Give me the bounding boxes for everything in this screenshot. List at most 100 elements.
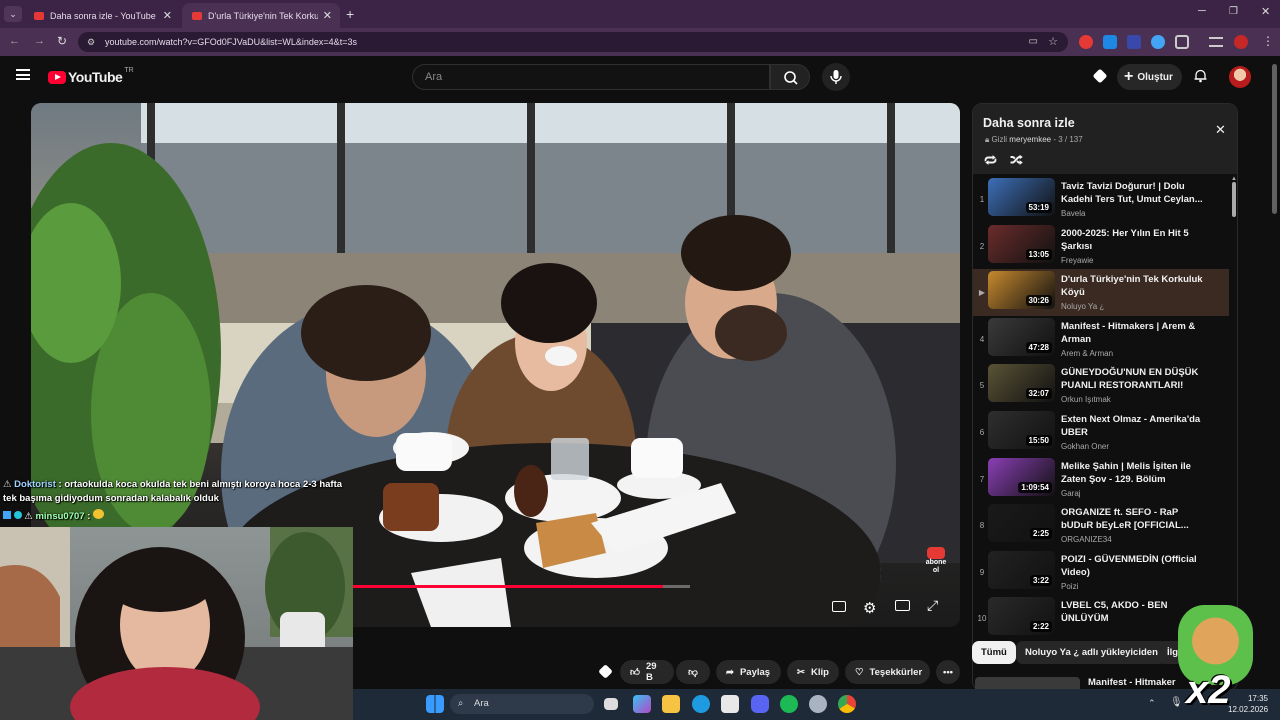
extension-icon[interactable]	[1151, 35, 1165, 49]
playlist-item[interactable]: ▶ 30:26 D'urla Türkiye'nin Tek Korkuluk Kö…	[973, 269, 1229, 317]
playlist-item-thumbnail[interactable]: 13:05	[988, 224, 1055, 263]
spotify-icon[interactable]	[780, 695, 798, 713]
video-progress-bar[interactable]	[353, 585, 690, 588]
playlist-item-thumbnail[interactable]: 32:07	[988, 364, 1055, 403]
thanks-button[interactable]: ♡ Teşekkürler	[845, 660, 930, 684]
dislike-button[interactable]: 👎︎	[676, 660, 710, 684]
reload-icon[interactable]: ↻	[57, 34, 67, 48]
playlist-item[interactable]: 5 32:07 GÜNEYDOĞU'NUN EN DÜŞÜK PUANLI REST…	[973, 362, 1229, 409]
playlist-owner[interactable]: meryemkee	[1009, 135, 1051, 144]
playlist-item-thumbnail[interactable]: 30:26	[988, 271, 1055, 310]
tray-chevron-icon[interactable]: ⌃	[1148, 698, 1156, 709]
playlist-item-title[interactable]: Taviz Tavizi Doğurur! | Dolu Kadehi Ters…	[1061, 180, 1211, 206]
chip-all[interactable]: Tümü	[972, 641, 1016, 664]
playlist-item-channel[interactable]: Noluyo Ya ¿	[1061, 302, 1104, 311]
store-icon[interactable]	[721, 695, 739, 713]
scroll-up-icon[interactable]: ▲	[1231, 176, 1237, 182]
reading-list-icon[interactable]	[1209, 37, 1223, 47]
chrome-icon[interactable]	[838, 695, 856, 713]
playlist-item-channel[interactable]: Bavela	[1061, 209, 1085, 218]
playlist-item-channel[interactable]: Garaj	[1061, 489, 1081, 498]
copilot-icon[interactable]	[633, 695, 651, 713]
discord-icon[interactable]	[751, 695, 769, 713]
search-input[interactable]: Ara	[412, 64, 770, 90]
playlist-item-thumbnail[interactable]: 1:09:54	[988, 457, 1055, 496]
extension-icon[interactable]	[1079, 35, 1093, 49]
voice-search-button[interactable]	[822, 63, 850, 91]
playlist-item-thumbnail[interactable]: 2:25	[988, 504, 1055, 543]
guide-menu-icon[interactable]	[16, 69, 30, 80]
playlist-item[interactable]: 9 3:22 POIZI - GÜVENMEDİN (Official Video)…	[973, 549, 1229, 596]
playlist-item-title[interactable]: ORGANIZE ft. SEFO - RaP bUDuR bEyLeR [OF…	[1061, 506, 1211, 532]
playlist-item[interactable]: 6 15:50 Exten Next Olmaz - Amerika'da UBER…	[973, 409, 1229, 456]
share-button[interactable]: ➦ Paylaş	[716, 660, 781, 684]
playlist-item-thumbnail[interactable]: 2:22	[988, 597, 1055, 636]
subscribe-watermark[interactable]: abone ol	[924, 547, 948, 574]
playlist-title[interactable]: Daha sonra izle	[983, 116, 1075, 130]
playlist-item-channel[interactable]: Orkun Işıtmak	[1061, 395, 1111, 404]
playlist-item-title[interactable]: Exten Next Olmaz - Amerika'da UBER	[1061, 413, 1211, 439]
playlist-item[interactable]: 4 47:28 Manifest - Hitmakers | Arem & Arma…	[973, 316, 1229, 363]
playlist-item-channel[interactable]: Poizi	[1061, 582, 1078, 591]
edge-icon[interactable]	[692, 695, 710, 713]
more-actions-button[interactable]: •••	[936, 660, 960, 684]
playlist-item-channel[interactable]: Gokhan Oner	[1061, 442, 1109, 451]
youtube-logo[interactable]: YouTube TR	[48, 67, 134, 85]
site-info-icon[interactable]: ⚙	[87, 32, 95, 52]
steam-icon[interactable]	[809, 695, 827, 713]
search-button[interactable]	[770, 64, 810, 90]
playlist-item-thumbnail[interactable]: 3:22	[988, 550, 1055, 589]
extensions-puzzle-icon[interactable]	[1175, 35, 1189, 49]
minimize-window-button[interactable]: ─	[1198, 5, 1206, 17]
like-button[interactable]: 👍︎ 29 B	[620, 660, 674, 684]
tab-search-button[interactable]: ⌄	[4, 6, 22, 22]
browser-tab-active[interactable]: D'urla Türkiye'nin Tek Korkuluk ✕	[182, 3, 340, 28]
cast-icon[interactable]: ▭	[1029, 32, 1038, 52]
bookmark-star-icon[interactable]: ☆	[1048, 32, 1058, 52]
extension-icon[interactable]	[1127, 35, 1141, 49]
loop-playlist-icon[interactable]: 🔁︎	[984, 151, 997, 170]
fullscreen-icon[interactable]: ⤢	[927, 597, 938, 614]
playlist-item-title[interactable]: POIZI - GÜVENMEDİN (Official Video)	[1061, 553, 1211, 579]
tray-microphone-icon[interactable]: 🎙︎	[1170, 697, 1183, 708]
notifications-bell-icon[interactable]	[1193, 68, 1208, 83]
playlist-item[interactable]: 2 13:05 2000-2025: Her Yılın En Hit 5 Şark…	[973, 223, 1229, 270]
close-tab-icon[interactable]: ✕	[163, 9, 172, 22]
url-field[interactable]: ⚙ youtube.com/watch?v=GFOd0FJVaDU&list=W…	[78, 32, 1068, 52]
playlist-item-thumbnail[interactable]: 47:28	[988, 317, 1055, 356]
playlist-item-title[interactable]: Manifest - Hitmakers | Arem & Arman	[1061, 320, 1211, 346]
windows-start-icon[interactable]	[426, 695, 444, 713]
playlist-item[interactable]: 8 2:25 ORGANIZE ft. SEFO - RaP bUDuR bEyLe…	[973, 502, 1229, 549]
chip-uploader[interactable]: Noluyo Ya ¿ adlı yükleyiciden	[1016, 641, 1167, 664]
shuffle-icon[interactable]: 🔀︎	[1010, 151, 1023, 170]
back-icon[interactable]: ←	[9, 35, 20, 47]
close-tab-icon[interactable]: ✕	[323, 9, 332, 22]
subtitles-button[interactable]	[832, 601, 846, 612]
create-button[interactable]: + Oluştur	[1117, 64, 1182, 90]
profile-avatar[interactable]	[1234, 35, 1248, 49]
playlist-scrollbar[interactable]: ▲	[1231, 176, 1237, 626]
playlist-item-title[interactable]: 2000-2025: Her Yılın En Hit 5 Şarkısı	[1061, 227, 1211, 253]
playlist-item-title[interactable]: Melike Şahin | Melis İşiten ile Zaten Şo…	[1061, 460, 1211, 486]
browser-tab-watch-later[interactable]: Daha sonra izle - YouTube ✕	[24, 3, 180, 28]
close-window-button[interactable]: ✕	[1261, 5, 1270, 18]
playlist-item[interactable]: 7 1:09:54 Melike Şahin | Melis İşiten ile …	[973, 456, 1229, 503]
extension-icon[interactable]	[1103, 35, 1117, 49]
playlist-item-channel[interactable]: Freyawie	[1061, 256, 1093, 265]
account-avatar[interactable]	[1229, 66, 1251, 88]
maximize-window-button[interactable]: ❐	[1229, 6, 1238, 17]
close-playlist-icon[interactable]: ✕	[1215, 122, 1226, 138]
playlist-item[interactable]: 1 53:19 Taviz Tavizi Doğurur! | Dolu Kadeh…	[973, 176, 1229, 223]
forward-icon[interactable]: →	[34, 35, 45, 47]
page-scrollbar[interactable]	[1271, 60, 1279, 215]
playlist-item-channel[interactable]: ORGANIZE34	[1061, 535, 1112, 544]
related-video-title[interactable]: Manifest - Hitmaker	[1088, 677, 1176, 688]
clip-button[interactable]: ✂ Klip	[787, 660, 839, 684]
new-tab-button[interactable]: +	[346, 6, 354, 22]
playlist-item-channel[interactable]: Arem & Arman	[1061, 349, 1113, 358]
playlist-item-title[interactable]: GÜNEYDOĞU'NUN EN DÜŞÜK PUANLI RESTORANTL…	[1061, 366, 1211, 392]
file-explorer-icon[interactable]	[662, 695, 680, 713]
playlist-item-thumbnail[interactable]: 15:50	[988, 411, 1055, 449]
taskbar-clock[interactable]: 17:35 12.02.2026	[1228, 693, 1268, 715]
task-view-icon[interactable]	[604, 698, 618, 710]
